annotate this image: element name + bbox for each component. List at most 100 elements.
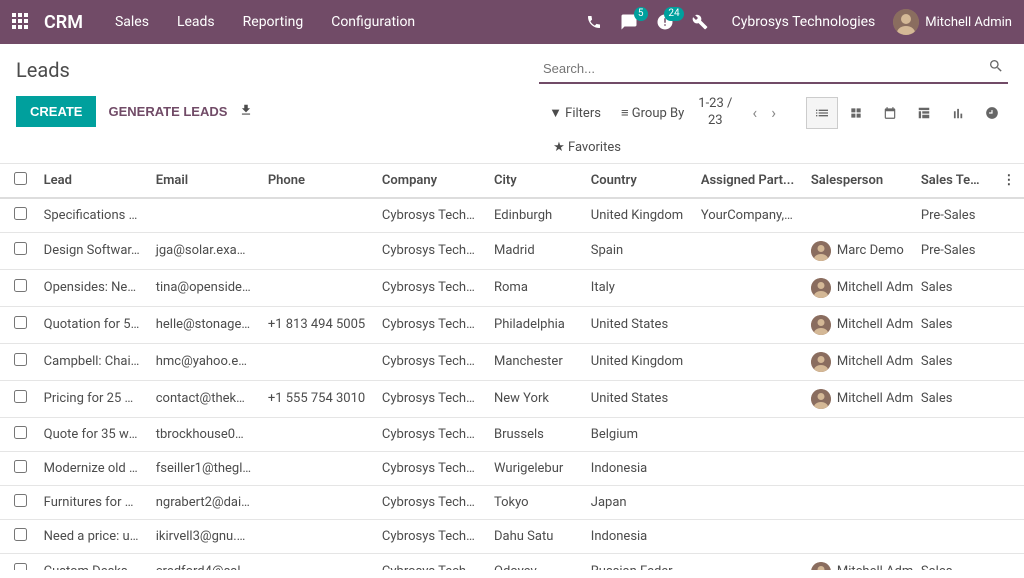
table-row[interactable]: Design Softwar...jga@solar.exam...Cybros… — [0, 232, 1024, 269]
row-checkbox[interactable] — [14, 460, 27, 473]
page-title: Leads — [16, 58, 70, 82]
view-graph-button[interactable] — [942, 97, 974, 129]
row-checkbox[interactable] — [14, 353, 27, 366]
favorites-toggle[interactable]: ★ Favorites — [553, 140, 621, 155]
row-checkbox[interactable] — [14, 563, 27, 570]
search-icon[interactable] — [984, 54, 1008, 82]
col-email[interactable]: Email — [148, 164, 260, 198]
table-row[interactable]: Pricing for 25 d...contact@theko...+1 55… — [0, 380, 1024, 417]
groupby-toggle[interactable]: ≡ Group By — [621, 105, 684, 121]
row-checkbox[interactable] — [14, 242, 27, 255]
activities-icon[interactable]: 24 — [656, 13, 674, 31]
salesperson-name: Mitchell Admi — [837, 354, 913, 369]
nav-configuration[interactable]: Configuration — [319, 8, 427, 36]
cell-salesperson: Mitchell Admi — [803, 269, 913, 306]
cell-city: Tokyo — [486, 485, 583, 519]
salesperson-avatar — [811, 315, 831, 335]
cell-partner — [693, 343, 803, 380]
cell-country: United Kingdom — [583, 343, 693, 380]
view-list-button[interactable] — [806, 97, 838, 129]
apps-icon[interactable] — [12, 13, 30, 31]
phone-icon[interactable] — [586, 14, 602, 30]
cell-team: Sales — [913, 306, 995, 343]
nav-sales[interactable]: Sales — [103, 8, 161, 36]
view-kanban-button[interactable] — [840, 97, 872, 129]
view-calendar-button[interactable] — [874, 97, 906, 129]
table-row[interactable]: Campbell: Chairshmc@yahoo.ex...Cybrosys … — [0, 343, 1024, 380]
user-name: Mitchell Admin — [925, 15, 1012, 30]
cell-phone — [260, 269, 374, 306]
cell-partner: YourCompany, ... — [693, 198, 803, 233]
cell-country: Belgium — [583, 417, 693, 451]
table-row[interactable]: Opensides: Nee...tina@opensides...Cybros… — [0, 269, 1024, 306]
select-all-checkbox[interactable] — [14, 172, 27, 185]
cell-company: Cybrosys Techn... — [374, 232, 486, 269]
user-menu[interactable]: Mitchell Admin — [893, 9, 1012, 35]
col-country[interactable]: Country — [583, 164, 693, 198]
generate-leads-button[interactable]: GENERATE LEADS — [108, 104, 227, 119]
pager-text[interactable]: 1-23 /23 — [698, 96, 732, 130]
app-brand: CRM — [44, 12, 83, 33]
cell-email: hmc@yahoo.ex... — [148, 343, 260, 380]
cell-team: Pre-Sales — [913, 198, 995, 233]
nav-reporting[interactable]: Reporting — [231, 8, 316, 36]
cell-city: Roma — [486, 269, 583, 306]
table-row[interactable]: Modernize old o...fseiller1@thegl...Cybr… — [0, 451, 1024, 485]
pager-next[interactable]: › — [765, 99, 782, 126]
col-salesperson[interactable]: Salesperson — [803, 164, 913, 198]
search-container — [539, 54, 1008, 84]
row-checkbox[interactable] — [14, 494, 27, 507]
messages-icon[interactable]: 5 — [620, 13, 638, 31]
cell-salesperson — [803, 417, 913, 451]
cell-phone — [260, 451, 374, 485]
cell-phone — [260, 198, 374, 233]
download-icon[interactable] — [239, 103, 253, 121]
search-input[interactable] — [539, 55, 984, 82]
cell-team: Sales — [913, 269, 995, 306]
col-company[interactable]: Company — [374, 164, 486, 198]
col-team[interactable]: Sales Team — [913, 164, 995, 198]
table-row[interactable]: Need a price: ur...ikirvell3@gnu.orgCybr… — [0, 519, 1024, 553]
cell-email: tbrockhouse0@... — [148, 417, 260, 451]
row-checkbox[interactable] — [14, 279, 27, 292]
cell-partner — [693, 553, 803, 570]
pager-prev[interactable]: ‹ — [746, 99, 763, 126]
table-row[interactable]: Specifications a...Cybrosys Techn...Edin… — [0, 198, 1024, 233]
debug-icon[interactable] — [692, 14, 708, 30]
view-activity-button[interactable] — [976, 97, 1008, 129]
salesperson-name: Mitchell Admi — [837, 280, 913, 295]
control-panel: Leads CREATE GENERATE LEADS ▼ Filters ≡ … — [0, 44, 1024, 164]
table-row[interactable]: Quotation for 5...helle@stonageit...+1 8… — [0, 306, 1024, 343]
cell-team — [913, 519, 995, 553]
create-button[interactable]: CREATE — [16, 96, 96, 127]
user-avatar — [893, 9, 919, 35]
cell-phone — [260, 519, 374, 553]
cell-salesperson — [803, 451, 913, 485]
row-checkbox[interactable] — [14, 426, 27, 439]
cell-email: tina@opensides... — [148, 269, 260, 306]
row-checkbox[interactable] — [14, 316, 27, 329]
row-checkbox[interactable] — [14, 390, 27, 403]
cell-salesperson — [803, 485, 913, 519]
leads-table-wrap: Lead Email Phone Company City Country As… — [0, 164, 1024, 570]
cell-email: credford4@salo... — [148, 553, 260, 570]
row-checkbox[interactable] — [14, 528, 27, 541]
view-pivot-button[interactable] — [908, 97, 940, 129]
cell-team: Pre-Sales — [913, 232, 995, 269]
table-row[interactable]: Furnitures for n...ngrabert2@dail...Cybr… — [0, 485, 1024, 519]
cell-lead: Specifications a... — [36, 198, 148, 233]
table-row[interactable]: Custom Desks (...credford4@salo...Cybros… — [0, 553, 1024, 570]
filters-toggle[interactable]: ▼ Filters — [549, 105, 601, 121]
cell-city: Dahu Satu — [486, 519, 583, 553]
col-city[interactable]: City — [486, 164, 583, 198]
col-partner[interactable]: Assigned Part... — [693, 164, 803, 198]
cell-team: Sales — [913, 380, 995, 417]
col-lead[interactable]: Lead — [36, 164, 148, 198]
table-row[interactable]: Quote for 35 wi...tbrockhouse0@...Cybros… — [0, 417, 1024, 451]
columns-menu-icon[interactable]: ⋮ — [1002, 173, 1015, 188]
col-phone[interactable]: Phone — [260, 164, 374, 198]
company-selector[interactable]: Cybrosys Technologies — [726, 14, 876, 30]
cell-salesperson: Marc Demo — [803, 232, 913, 269]
row-checkbox[interactable] — [14, 207, 27, 220]
nav-leads[interactable]: Leads — [165, 8, 227, 36]
